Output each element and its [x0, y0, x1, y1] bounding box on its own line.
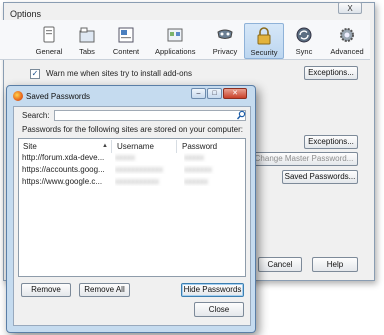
warn-addons-label: Warn me when sites try to install add-on… — [46, 69, 192, 78]
row-username-blurred: xxxxxxxxxxx — [115, 177, 159, 186]
tab-applications-label: Applications — [155, 47, 196, 56]
tab-security-label: Security — [250, 48, 278, 57]
table-row[interactable]: https://accounts.goog... xxxxxxxxxxxx xx… — [19, 165, 245, 176]
search-icon[interactable] — [236, 110, 246, 121]
row-site: https://accounts.goog... — [22, 165, 105, 174]
tab-general-label: General — [35, 47, 63, 56]
tab-advanced[interactable]: Advanced — [327, 23, 367, 59]
saved-passwords-title: Saved Passwords — [26, 92, 91, 101]
row-password-blurred: xxxxxxx — [184, 165, 212, 174]
dialog-close-x-button[interactable]: ✕ — [223, 88, 247, 99]
saved-passwords-button[interactable]: Saved Passwords... — [282, 170, 358, 184]
tab-sync-label: Sync — [295, 47, 313, 56]
cancel-button[interactable]: Cancel — [258, 257, 302, 272]
options-title: Options — [10, 9, 42, 19]
passwords-description: Passwords for the following sites are st… — [22, 125, 243, 134]
maximize-button[interactable]: □ — [207, 88, 222, 99]
content-icon — [118, 27, 134, 43]
warn-addons-checkbox[interactable]: ✓ — [30, 69, 40, 79]
tab-applications[interactable]: Applications — [155, 23, 195, 59]
close-button[interactable]: Close — [194, 302, 244, 317]
hide-passwords-button[interactable]: Hide Passwords — [181, 283, 244, 297]
exceptions-button-top[interactable]: Exceptions... — [304, 66, 358, 80]
tab-content-label: Content — [112, 47, 140, 56]
column-divider[interactable] — [111, 140, 112, 153]
row-password-blurred: xxxxx — [184, 153, 204, 162]
tab-tabs[interactable]: Tabs — [67, 23, 107, 59]
lock-icon — [257, 27, 271, 45]
row-site: http://forum.xda-deve... — [22, 153, 105, 162]
column-header-site[interactable]: Site — [23, 142, 37, 151]
row-username-blurred: xxxxxxxxxxxx — [115, 165, 163, 174]
column-header-password[interactable]: Password — [182, 142, 217, 151]
tab-privacy-label: Privacy — [212, 47, 238, 56]
tab-security[interactable]: Security — [244, 23, 284, 59]
tab-advanced-label: Advanced — [330, 47, 364, 56]
tab-general[interactable]: General — [29, 23, 69, 59]
help-button[interactable]: Help — [312, 257, 358, 272]
tabs-icon — [79, 27, 95, 43]
tab-privacy[interactable]: Privacy — [205, 23, 245, 59]
applications-icon — [167, 28, 183, 42]
exceptions-button-mid[interactable]: Exceptions... — [304, 135, 358, 149]
search-input[interactable] — [54, 110, 246, 121]
firefox-icon — [13, 91, 23, 101]
sort-ascending-icon: ▲ — [102, 143, 108, 149]
privacy-icon — [217, 29, 233, 39]
tab-tabs-label: Tabs — [79, 47, 95, 56]
row-username-blurred: xxxxx — [115, 153, 135, 162]
table-row[interactable]: http://forum.xda-deve... xxxxx xxxxx — [19, 153, 245, 164]
row-site: https://www.google.c... — [22, 177, 103, 186]
table-row[interactable]: https://www.google.c... xxxxxxxxxxx xxxx… — [19, 177, 245, 188]
options-close-button[interactable]: X — [338, 2, 362, 14]
remove-button[interactable]: Remove — [21, 283, 71, 297]
general-icon — [43, 26, 55, 43]
column-header-username[interactable]: Username — [117, 142, 154, 151]
column-divider[interactable] — [176, 140, 177, 153]
tab-sync[interactable]: Sync — [284, 23, 324, 59]
change-master-password-button[interactable]: Change Master Password... — [250, 152, 358, 166]
row-password-blurred: xxxxxx — [184, 177, 208, 186]
tab-content[interactable]: Content — [106, 23, 146, 59]
sync-icon — [296, 27, 312, 43]
minimize-button[interactable]: – — [191, 88, 206, 99]
remove-all-button[interactable]: Remove All — [79, 283, 130, 297]
search-label: Search: — [22, 111, 50, 120]
gear-icon — [340, 28, 354, 42]
